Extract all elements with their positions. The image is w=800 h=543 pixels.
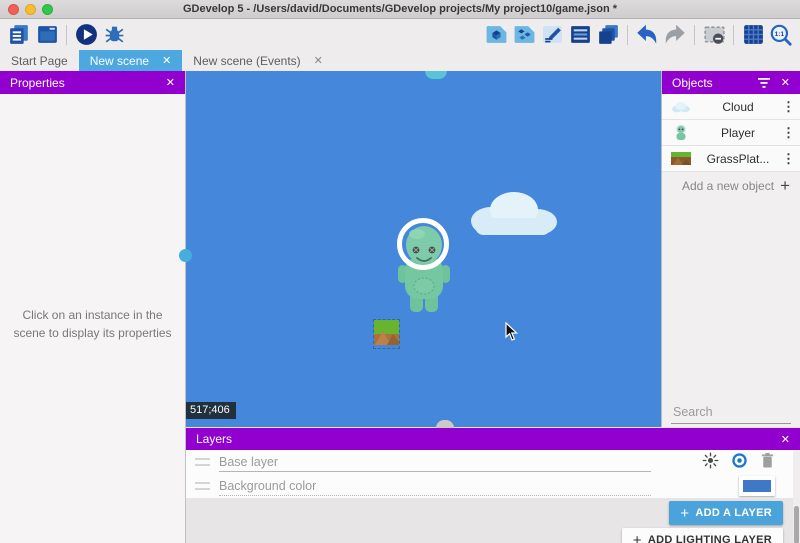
grass-platform-instance[interactable] [374,320,399,348]
objects-panel-title: Objects [672,76,749,90]
close-icon[interactable]: ✕ [781,433,790,446]
close-window-button[interactable] [8,4,19,15]
visibility-eye-icon[interactable] [730,453,749,471]
cloud-instance[interactable] [463,185,563,244]
tab-label: New scene [90,54,149,68]
drag-handle-icon[interactable] [195,458,210,466]
panel-drag-handle[interactable] [425,71,447,79]
toolbar-separator [66,25,67,45]
object-search-input[interactable] [671,404,800,420]
layers-list-icon[interactable] [594,21,622,49]
scene-editor-canvas[interactable]: 517;406 [186,71,661,427]
tab-new-scene-events[interactable]: New scene (Events) ✕ [182,50,334,71]
add-lighting-layer-label: ADD LIGHTING LAYER [648,534,772,543]
layer-row-background-color [186,474,800,498]
scrollbar[interactable] [793,450,800,543]
toolbar-separator [627,25,628,45]
window-mask-icon[interactable] [700,21,728,49]
zoom-icon[interactable]: 1:1 [767,21,795,49]
plus-icon: + [633,533,642,543]
layers-panel: Layers ✕ [186,427,800,543]
filter-icon[interactable] [757,77,771,89]
tab-new-scene[interactable]: New scene ✕ [79,50,183,71]
object-menu-icon[interactable]: ⋮ [782,126,794,139]
object-list-item-player[interactable]: Player ⋮ [662,120,800,146]
redo-icon[interactable] [661,21,689,49]
color-swatch [743,480,771,492]
add-layer-label: ADD A LAYER [695,507,772,519]
close-icon[interactable]: ✕ [166,76,175,89]
layers-footer: + ADD A LAYER + ADD LIGHTING LAYER [186,498,793,543]
edit-scene-properties-icon[interactable] [538,21,566,49]
properties-empty-state: Click on an instance in the scene to dis… [0,94,185,342]
panel-resize-handle[interactable] [179,249,192,262]
layers-drag-handle[interactable] [436,420,454,428]
instances-list-icon[interactable] [510,21,538,49]
layer-name-input[interactable] [219,452,651,472]
layer-actions [702,452,791,472]
object-search [671,400,791,424]
project-manager-icon[interactable] [5,21,33,49]
tab-bar: Start Page New scene ✕ New scene (Events… [0,50,800,71]
player-thumbnail-icon [668,124,694,142]
plus-icon: + [780,177,790,194]
start-page-icon[interactable] [33,21,61,49]
toolbar-separator [733,25,734,45]
undo-icon[interactable] [633,21,661,49]
minimize-window-button[interactable] [25,4,36,15]
plus-icon: + [680,506,689,521]
layers-panel-header: Layers ✕ [186,428,800,450]
add-lighting-layer-button[interactable]: + ADD LIGHTING LAYER [622,528,783,543]
toolbar-separator [694,25,695,45]
object-menu-icon[interactable]: ⋮ [782,152,794,165]
main-toolbar: 1:1 [0,19,800,50]
properties-panel-title: Properties [10,76,156,90]
object-name: GrassPlat... [694,152,782,166]
object-list-item-cloud[interactable]: Cloud ⋮ [662,94,800,120]
add-new-object-label: Add a new object [676,179,780,193]
lighting-icon[interactable] [702,452,719,472]
cloud-thumbnail-icon [668,101,694,113]
close-icon[interactable]: ✕ [781,76,790,89]
delete-trash-icon[interactable] [760,452,775,472]
zoom-ratio-label: 1:1 [775,31,785,38]
layer-name-input[interactable] [219,476,651,496]
background-color-picker[interactable] [739,476,775,496]
close-tab-icon[interactable]: ✕ [314,54,323,67]
events-sheet-icon[interactable] [566,21,594,49]
add-layer-button[interactable]: + ADD A LAYER [669,501,783,525]
tab-start-page[interactable]: Start Page [0,50,79,71]
debug-icon[interactable] [100,21,128,49]
layers-panel-title: Layers [196,432,771,446]
gdevelop-window: GDevelop 5 - /Users/david/Documents/GDev… [0,0,800,543]
selection-ring[interactable] [397,218,449,270]
add-object-icon[interactable] [482,21,510,49]
properties-panel: Properties ✕ Click on an instance in the… [0,71,186,543]
properties-panel-header: Properties ✕ [0,71,185,94]
object-name: Player [694,126,782,140]
scrollbar-thumb[interactable] [794,506,799,543]
layer-row-base-layer [186,450,800,474]
tab-label: Start Page [11,54,68,68]
properties-empty-message: Click on an instance in the scene to dis… [12,306,174,342]
object-name: Cloud [694,100,782,114]
play-button-icon[interactable] [72,21,100,49]
drag-handle-icon[interactable] [195,482,210,490]
mouse-cursor [505,322,519,345]
cursor-coordinates-badge: 517;406 [186,402,236,419]
grid-icon[interactable] [739,21,767,49]
close-tab-icon[interactable]: ✕ [162,54,171,67]
objects-panel: Objects ✕ Cloud ⋮ Player ⋮ GrassPlat... [661,71,800,427]
object-list-item-grassplatform[interactable]: GrassPlat... ⋮ [662,146,800,172]
window-title: GDevelop 5 - /Users/david/Documents/GDev… [60,0,740,18]
objects-panel-header: Objects ✕ [662,71,800,94]
grass-platform-thumbnail-icon [668,152,694,165]
object-menu-icon[interactable]: ⋮ [782,100,794,113]
add-new-object-button[interactable]: Add a new object + [662,172,800,199]
maximize-window-button[interactable] [42,4,53,15]
tab-label: New scene (Events) [193,54,300,68]
titlebar: GDevelop 5 - /Users/david/Documents/GDev… [0,0,800,19]
